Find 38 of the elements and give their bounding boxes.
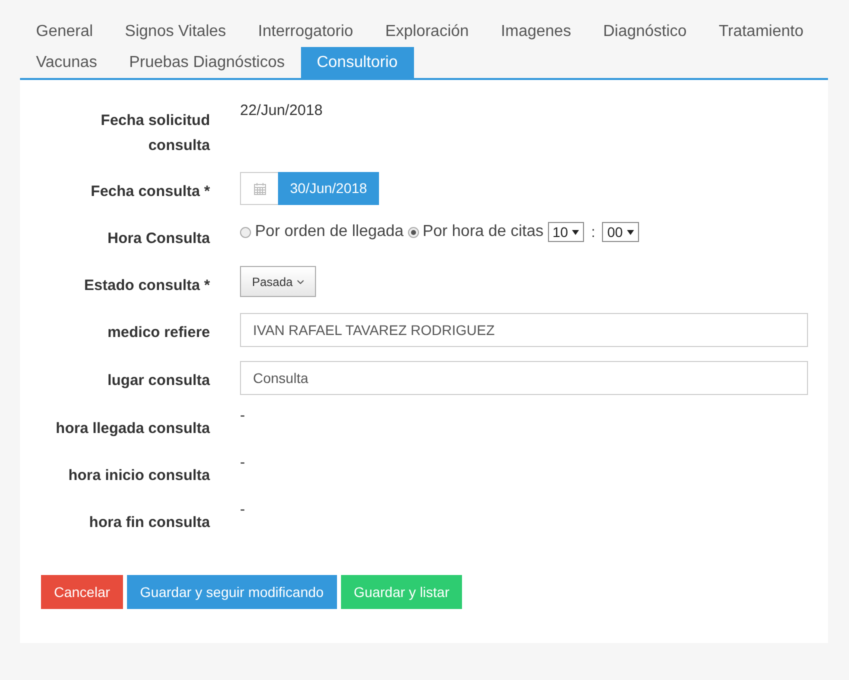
minute-select[interactable]: 00 [602, 222, 639, 242]
tab[interactable]: Signos Vitales [108, 16, 242, 47]
field-label: medico refiere [106, 323, 210, 343]
field-label: Fecha consulta * [90, 182, 210, 202]
tab[interactable]: Exploración [369, 16, 485, 47]
field-value: 22/Jun/2018 [240, 101, 323, 121]
caret-icon [572, 230, 580, 234]
radio-option[interactable]: Por hora de citas [408, 223, 544, 241]
tab[interactable]: Imagenes [484, 16, 588, 47]
field-label: hora llegada consulta [54, 419, 210, 439]
field-label: hora fin consulta [88, 513, 210, 533]
tab[interactable]: Diagnóstico [587, 16, 703, 47]
radio-button[interactable] [240, 226, 251, 238]
hour-select[interactable]: 10 [548, 222, 584, 242]
tab[interactable]: Pruebas Diagnósticos [113, 47, 301, 78]
field-label: hora inicio consulta [67, 466, 210, 486]
chevron-down-icon [296, 280, 304, 284]
field-label: Fecha solicitud consulta [100, 111, 210, 156]
field-label: Estado consulta * [83, 276, 210, 296]
caret-icon [626, 230, 634, 234]
calendar-button[interactable] [240, 172, 278, 205]
action-button[interactable]: Cancelar [41, 575, 124, 609]
tab[interactable]: Tratamiento [702, 16, 820, 47]
field-label: lugar consulta [106, 371, 210, 391]
field-value: - [240, 456, 245, 470]
field-label: Hora Consulta [106, 229, 210, 249]
input-field[interactable]: IVAN RAFAEL TAVAREZ RODRIGUEZ [240, 313, 808, 347]
field-value: - [240, 503, 245, 517]
radio-button[interactable] [408, 226, 419, 238]
tab[interactable]: General [20, 16, 109, 47]
field-value: - [240, 409, 245, 423]
calendar-icon [252, 182, 266, 196]
tab[interactable]: Interrogatorio [242, 16, 370, 47]
input-field[interactable]: Consulta [240, 361, 808, 395]
time-separator: : [590, 224, 596, 240]
radio-option[interactable]: Por orden de llegada [240, 223, 404, 241]
status-dropdown[interactable]: Pasada [240, 266, 316, 297]
tab[interactable]: Vacunas [20, 47, 114, 78]
